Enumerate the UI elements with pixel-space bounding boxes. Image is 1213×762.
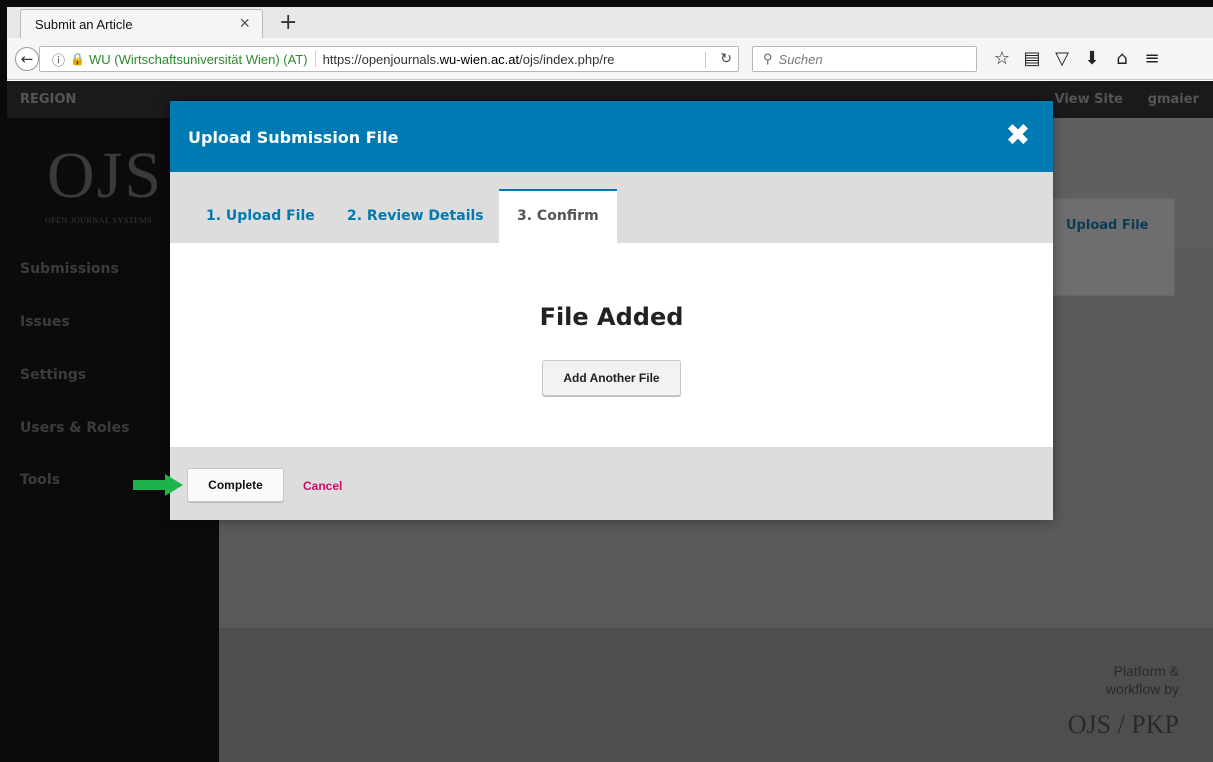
ojs-logo: OJS [47, 139, 164, 212]
cancel-link[interactable]: Cancel [303, 479, 342, 493]
close-icon[interactable]: ✖ [1003, 121, 1033, 151]
modal-body: File Added Add Another File [170, 243, 1053, 447]
browser-tab-bar: Submit an Article × + [7, 0, 1213, 38]
modal-header: Upload Submission File ✖ [170, 101, 1053, 172]
tab-review-details[interactable]: 2. Review Details [347, 189, 484, 243]
search-placeholder: Suchen [778, 51, 823, 67]
file-added-heading: File Added [539, 303, 684, 331]
background-upload-file-link: Upload File [1066, 218, 1149, 233]
page-footer: Platform & workflow by OJS / PKP [219, 628, 1213, 762]
add-another-file-button[interactable]: Add Another File [542, 360, 681, 396]
back-arrow-icon: ← [20, 50, 34, 68]
user-menu[interactable]: gmaier [1148, 92, 1199, 107]
home-icon[interactable]: ⌂ [1107, 48, 1137, 69]
info-icon[interactable]: ⓘ [52, 50, 65, 69]
browser-toolbar: ← ⓘ 🔒 WU (Wirtschaftsuniversität Wien) (… [7, 38, 1213, 80]
browser-tab[interactable]: Submit an Article × [20, 9, 263, 38]
sidebar-item-submissions[interactable]: Submissions [20, 261, 119, 277]
modal-footer: Complete Cancel [170, 447, 1053, 520]
ojs-pkp-logo[interactable]: OJS / PKP [1068, 710, 1179, 740]
tab-title: Submit an Article [35, 16, 133, 32]
ojs-logo-subtitle: OPEN JOURNAL SYSTEMS [45, 216, 153, 225]
upload-submission-modal: Upload Submission File ✖ 1. Upload File … [170, 101, 1053, 520]
window-border [0, 0, 7, 762]
view-site-link[interactable]: View Site [1055, 92, 1124, 107]
tab-confirm[interactable]: 3. Confirm [499, 189, 617, 243]
complete-button[interactable]: Complete [187, 468, 284, 502]
url-bar[interactable]: ⓘ 🔒 WU (Wirtschaftsuniversität Wien) (AT… [39, 46, 739, 72]
sidebar-item-tools[interactable]: Tools [20, 472, 60, 488]
green-arrow-icon [133, 474, 183, 496]
modal-title: Upload Submission File [188, 128, 399, 147]
reload-icon[interactable]: ↻ [720, 50, 732, 67]
bookmark-star-icon[interactable]: ☆ [987, 48, 1017, 69]
download-icon[interactable]: ⬇ [1077, 48, 1107, 69]
modal-tabs: 1. Upload File 2. Review Details 3. Conf… [170, 172, 1053, 243]
sidebar-item-issues[interactable]: Issues [20, 314, 70, 330]
sidebar-item-users-roles[interactable]: Users & Roles [20, 420, 129, 436]
lock-icon: 🔒 [70, 52, 85, 66]
search-input[interactable]: ⚲ Suchen [752, 46, 977, 72]
pocket-icon[interactable]: ▽ [1047, 48, 1077, 69]
footer-credit: Platform & workflow by [1105, 663, 1179, 697]
menu-icon[interactable]: ≡ [1137, 48, 1167, 69]
new-tab-button[interactable]: + [279, 10, 297, 35]
sidebar-item-settings[interactable]: Settings [20, 367, 86, 383]
certificate-org[interactable]: WU (Wirtschaftsuniversität Wien) (AT) [89, 52, 308, 67]
close-tab-icon[interactable]: × [239, 13, 250, 34]
back-button[interactable]: ← [15, 47, 39, 71]
reading-list-icon[interactable]: ▤ [1017, 48, 1047, 69]
url-text[interactable]: https://openjournals.wu-wien.ac.at/ojs/i… [323, 52, 683, 67]
search-icon: ⚲ [763, 51, 773, 66]
journal-switcher[interactable]: REGION [20, 92, 76, 107]
tab-upload-file[interactable]: 1. Upload File [206, 189, 315, 243]
